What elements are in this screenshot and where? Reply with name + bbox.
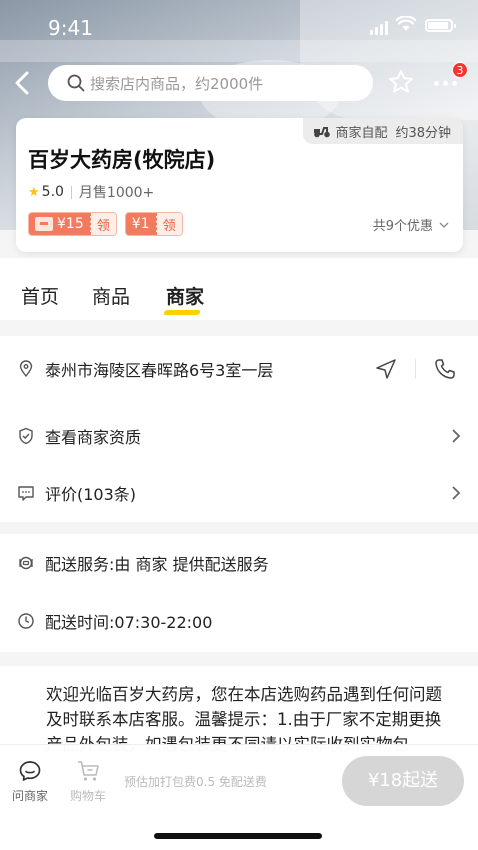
reviews-label: 评价(103条) bbox=[45, 485, 137, 504]
chat-icon bbox=[19, 761, 41, 781]
tab-products[interactable]: 商品 bbox=[92, 282, 130, 309]
contact-label: 问商家 bbox=[11, 789, 48, 803]
home-indicator bbox=[154, 833, 322, 839]
coupon-1[interactable]: ¥1 领 bbox=[124, 212, 183, 236]
phone-icon[interactable] bbox=[434, 358, 456, 380]
back-arrow-icon[interactable] bbox=[10, 68, 36, 98]
cart-label: 购物车 bbox=[69, 789, 106, 803]
delivery-tag-label: 商家自配 bbox=[335, 125, 388, 141]
coupon-amount: ¥1 bbox=[131, 216, 150, 232]
delivery-hours-row: 配送时间:07:30-22:00 bbox=[0, 593, 478, 649]
delivery-info-section: 配送服务:由 商家 提供配送服务 配送时间:07:30-22:00 bbox=[0, 534, 478, 652]
active-tab-indicator bbox=[163, 310, 201, 315]
chevron-right-icon bbox=[452, 429, 461, 443]
bottom-action-bar: 问商家 购物车 预估加打包费0.5 免配送费 ¥18起送 bbox=[0, 744, 478, 850]
tab-home[interactable]: 首页 bbox=[21, 282, 59, 309]
delivery-person-icon bbox=[19, 556, 33, 570]
chevron-down-icon bbox=[439, 222, 449, 228]
cart-button[interactable]: 购物车 bbox=[66, 759, 110, 804]
shopping-cart-icon bbox=[78, 761, 99, 781]
status-bar: 9:41 bbox=[0, 0, 478, 56]
monthly-sales: 月售1000+ bbox=[78, 185, 155, 201]
store-rating: 5.0 bbox=[41, 184, 64, 200]
merchant-info-section: 泰州市海陵区春晖路6号3室一层 查看商家资质 评价(103条) bbox=[0, 336, 478, 522]
qualification-row[interactable]: 查看商家资质 bbox=[0, 408, 478, 464]
claim-coupon-button[interactable]: 领 bbox=[155, 213, 182, 235]
more-dots-icon bbox=[434, 81, 457, 86]
delivery-service: 配送服务:由 商家 提供配送服务 bbox=[45, 555, 269, 574]
store-name: 百岁大药房(牧院店) bbox=[28, 148, 216, 172]
store-address: 泰州市海陵区春晖路6号3室一层 bbox=[45, 361, 274, 380]
reviews-row[interactable]: 评价(103条) bbox=[0, 465, 478, 521]
signal-icon bbox=[370, 21, 388, 35]
search-placeholder: 搜索店内商品，约2000件 bbox=[90, 74, 264, 93]
battery-icon bbox=[425, 19, 456, 32]
location-pin-icon bbox=[19, 360, 33, 378]
shield-check-icon bbox=[19, 427, 33, 445]
favorite-star-icon[interactable] bbox=[387, 68, 415, 96]
store-info-card: 商家自配 约38分钟 百岁大药房(牧院店) ★ 5.0 月售1000+ ¥15 … bbox=[16, 118, 463, 252]
delivery-tag: 商家自配 约38分钟 bbox=[303, 118, 463, 144]
comment-icon bbox=[18, 486, 34, 501]
tab-merchant-label: 商家 bbox=[166, 286, 205, 308]
delivery-service-row: 配送服务:由 商家 提供配送服务 bbox=[0, 535, 478, 591]
store-meta: ★ 5.0 月售1000+ bbox=[28, 182, 154, 202]
top-nav-bar: 搜索店内商品，约2000件 3 bbox=[0, 62, 478, 104]
promo-summary: 共9个优惠 bbox=[372, 219, 433, 234]
clock-icon bbox=[18, 613, 34, 629]
ticket-icon bbox=[35, 217, 53, 231]
status-time: 9:41 bbox=[48, 16, 93, 40]
store-search-input[interactable]: 搜索店内商品，约2000件 bbox=[48, 65, 373, 101]
coupon-list: ¥15 领 ¥1 领 bbox=[28, 212, 183, 236]
store-tabs: 首页 商品 商家 bbox=[0, 258, 478, 320]
coupon-15[interactable]: ¥15 领 bbox=[28, 212, 117, 236]
promotions-dropdown[interactable]: 共9个优惠 bbox=[373, 215, 449, 234]
search-icon bbox=[67, 74, 85, 92]
store-notice: 欢迎光临百岁大药房，您在本店选购药品遇到任何问题及时联系本店客服。温馨提示：1.… bbox=[0, 666, 478, 756]
notification-badge: 3 bbox=[452, 62, 468, 78]
chevron-right-icon bbox=[452, 486, 461, 500]
rating-star-icon: ★ bbox=[28, 184, 40, 200]
delivery-hours: 配送时间:07:30-22:00 bbox=[45, 613, 213, 632]
minimum-order-button[interactable]: ¥18起送 bbox=[342, 756, 464, 806]
claim-coupon-button[interactable]: 领 bbox=[89, 213, 116, 235]
wifi-icon bbox=[396, 16, 416, 31]
contact-merchant-button[interactable]: 问商家 bbox=[8, 759, 52, 804]
delivery-time: 约38分钟 bbox=[395, 125, 451, 141]
packaging-fee-text: 预估加打包费0.5 免配送费 bbox=[124, 775, 267, 789]
navigate-icon[interactable] bbox=[375, 358, 397, 380]
address-row: 泰州市海陵区春晖路6号3室一层 bbox=[0, 341, 478, 397]
tab-merchant[interactable]: 商家 bbox=[163, 282, 205, 315]
scooter-icon bbox=[314, 127, 331, 138]
coupon-amount: ¥15 bbox=[57, 216, 84, 232]
qualification-label: 查看商家资质 bbox=[45, 428, 142, 447]
